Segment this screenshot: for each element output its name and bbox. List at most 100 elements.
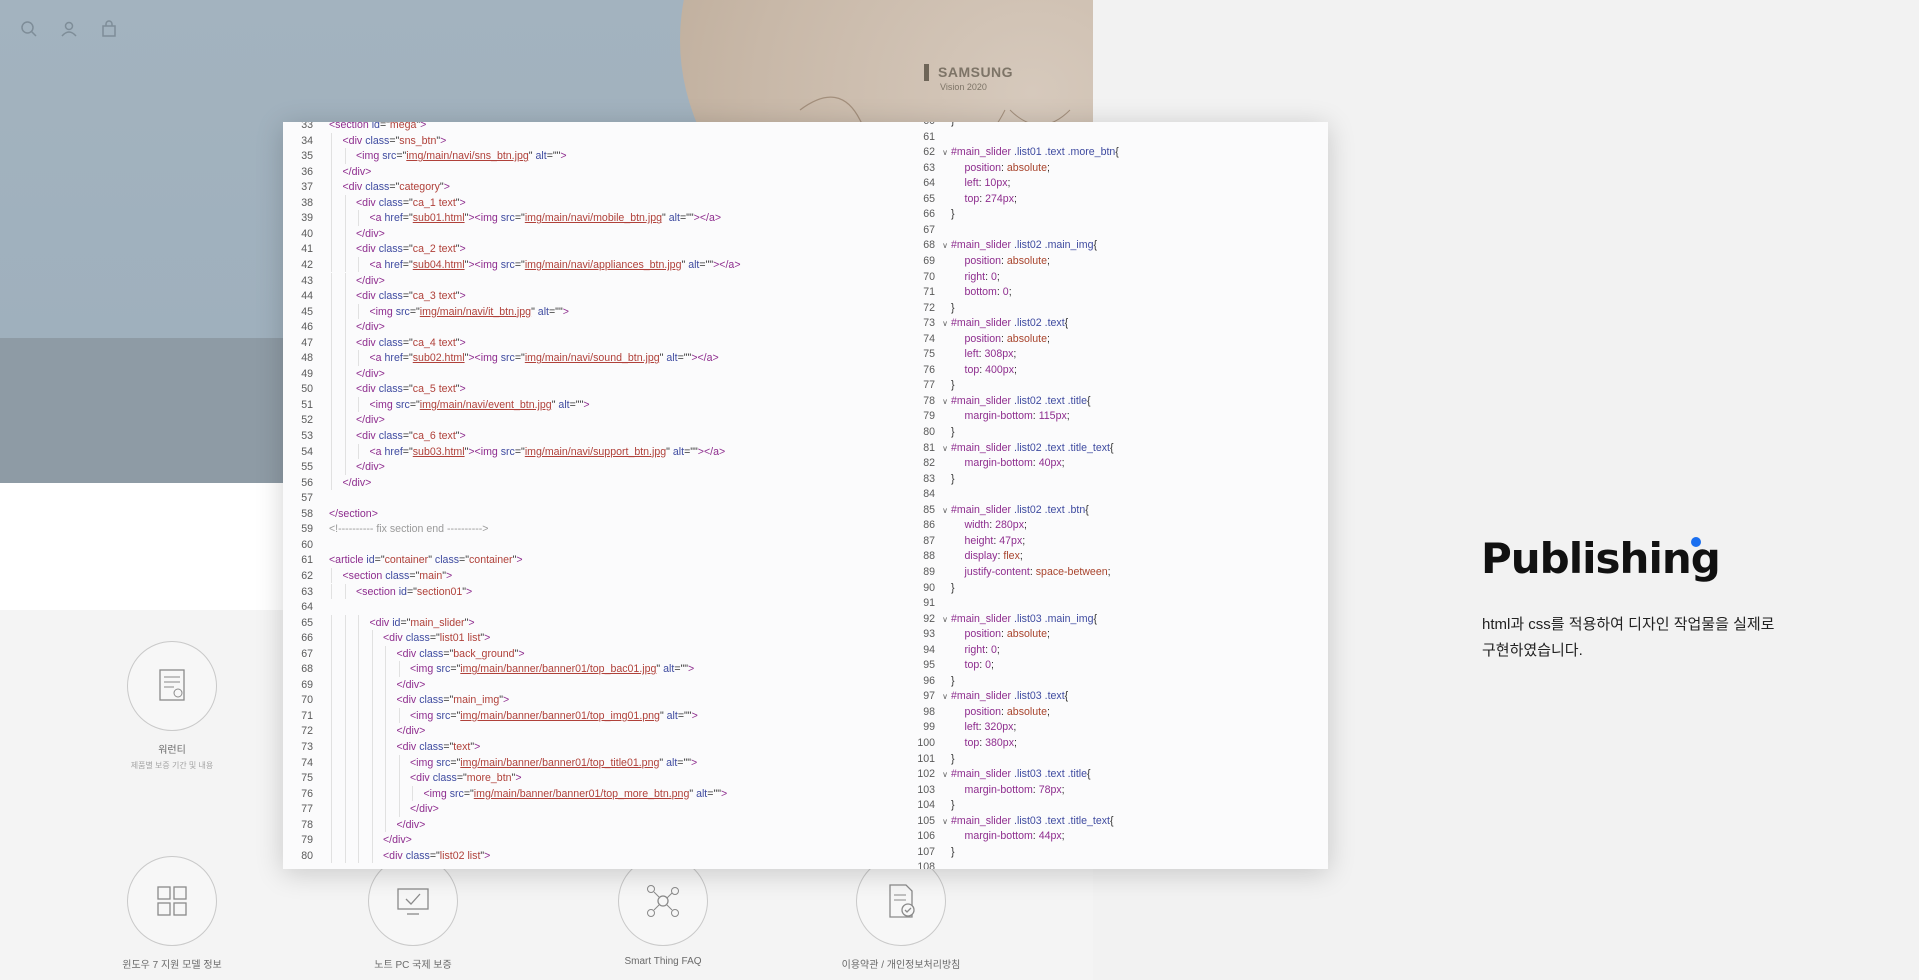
indent-guide xyxy=(371,785,373,802)
code-token: img/main/navi/it_btn.jpg xyxy=(419,305,532,318)
code-line: 77} xyxy=(890,377,954,393)
indent-guide xyxy=(358,801,359,817)
indent-guide xyxy=(344,256,346,273)
code-text: <img src="img/main/banner/banner01/top_m… xyxy=(329,787,728,800)
indent-guide xyxy=(385,801,386,817)
code-token: { xyxy=(1115,146,1119,159)
indent-guide xyxy=(358,754,359,771)
code-token: position xyxy=(964,161,1002,174)
code-token: href xyxy=(384,212,403,225)
user-icon[interactable] xyxy=(60,20,80,40)
code-token: ="" xyxy=(679,212,694,225)
code-token: <a xyxy=(369,352,385,365)
code-token: justify-content xyxy=(964,565,1030,578)
code-text: <!---------- fix section end ----------> xyxy=(329,523,488,535)
code-text: top: 274px; xyxy=(951,193,1017,205)
code-text: #main_slider .list03 .text .title_text{ xyxy=(951,815,1114,827)
code-token: ; xyxy=(1061,830,1065,843)
code-token: class xyxy=(365,181,390,194)
code-token: { xyxy=(1087,768,1091,781)
code-token: =" xyxy=(409,398,420,411)
code-token: ="" xyxy=(569,398,584,411)
indent-guide xyxy=(385,723,386,739)
code-token: =" xyxy=(402,430,413,442)
code-token: src xyxy=(436,709,451,722)
indent-guide xyxy=(385,770,386,786)
line-number: 61 xyxy=(301,554,313,567)
code-token: =" xyxy=(389,134,400,147)
code-token: margin-bottom xyxy=(964,830,1033,843)
service-smartthing[interactable]: Smart Thing FAQ xyxy=(563,856,763,967)
code-token: <a xyxy=(369,212,385,225)
code-token: =" xyxy=(379,122,390,131)
code-line: 101} xyxy=(890,751,954,767)
code-token: class xyxy=(378,383,403,396)
indent-guide xyxy=(344,272,346,289)
code-token: <div xyxy=(356,430,379,442)
indent-guide xyxy=(331,785,332,802)
bag-icon[interactable] xyxy=(100,20,120,40)
code-token: </section> xyxy=(329,507,378,520)
code-text: <img src="img/main/navi/sns_btn.jpg" alt… xyxy=(329,150,567,162)
code-line: 49 </div> xyxy=(283,366,385,382)
code-token: #main_slider xyxy=(951,394,1015,407)
code-line: 92 ∨ #main_slider .list03 .main_img{ xyxy=(890,611,1097,627)
code-text: <div class="sns_btn"> xyxy=(329,134,447,147)
monitor-icon xyxy=(368,856,458,946)
code-token: =" xyxy=(409,305,420,318)
search-icon[interactable] xyxy=(20,20,40,40)
service-terms[interactable]: 이용약관 / 개인정보처리방침 xyxy=(801,856,1001,971)
code-token: container xyxy=(384,554,429,567)
code-line: 98 position: absolute; xyxy=(890,704,1050,720)
code-line: 67 xyxy=(890,222,951,238)
code-text: <div id="main_slider"> xyxy=(329,617,475,629)
service-notebook[interactable]: 노트 PC 국제 보증 xyxy=(313,856,513,971)
line-number: 90 xyxy=(923,581,935,594)
code-token: { xyxy=(1093,612,1098,625)
indent-guide xyxy=(331,334,332,351)
code-line: 81 ∨ #main_slider .list02 .text .title_tex… xyxy=(890,440,1113,456)
indent-guide xyxy=(371,692,373,708)
service-windows7[interactable]: 윈도우 7 지원 모델 정보 xyxy=(72,856,272,971)
indent-guide xyxy=(371,630,373,646)
code-token: =" xyxy=(396,150,407,163)
code-token: .list02 .text .title_text xyxy=(1014,441,1110,454)
line-number: 91 xyxy=(923,597,935,610)
indent-guide xyxy=(344,365,346,382)
code-token: } xyxy=(951,845,955,858)
code-token: href xyxy=(384,352,403,365)
line-number: 108 xyxy=(917,861,935,869)
line-number: 84 xyxy=(923,488,935,501)
code-token: left xyxy=(964,721,979,734)
service-warranty[interactable]: 워런티 제품별 보증 기간 및 내용 xyxy=(72,641,272,771)
indent-guide xyxy=(358,396,359,413)
code-token: > xyxy=(443,181,450,194)
code-token: { xyxy=(1064,317,1069,330)
code-token: absolute xyxy=(1006,705,1047,718)
code-token: =" xyxy=(443,647,454,660)
code-token: =" xyxy=(463,787,474,800)
indent-guide xyxy=(371,770,373,786)
code-line: 50 <div class="ca_5 text"> xyxy=(283,381,466,397)
line-number: 46 xyxy=(301,321,313,334)
code-line: 90} xyxy=(890,580,954,596)
code-text: #main_slider .list02 .text .title{ xyxy=(951,395,1091,407)
code-token: > xyxy=(459,383,466,396)
code-line: 78 </div> xyxy=(283,817,425,833)
line-number: 69 xyxy=(301,678,313,691)
indent-guide xyxy=(358,443,359,460)
code-text: } xyxy=(951,799,955,811)
indent-guide xyxy=(331,770,332,786)
code-text: #main_slider .list02 .text{ xyxy=(951,317,1068,329)
line-number: 75 xyxy=(301,772,313,785)
code-token: ="" xyxy=(674,663,689,676)
line-number: 76 xyxy=(923,363,935,376)
code-text: </div> xyxy=(329,461,385,473)
line-number: 93 xyxy=(923,628,935,641)
indent-guide xyxy=(331,630,332,646)
indent-guide xyxy=(331,739,332,755)
code-line: 86 width: 280px; xyxy=(890,517,1027,533)
code-token: .list02 .text .btn xyxy=(1014,503,1086,516)
code-line: 94 right: 0; xyxy=(890,642,1000,658)
code-token: </div> xyxy=(396,678,426,691)
